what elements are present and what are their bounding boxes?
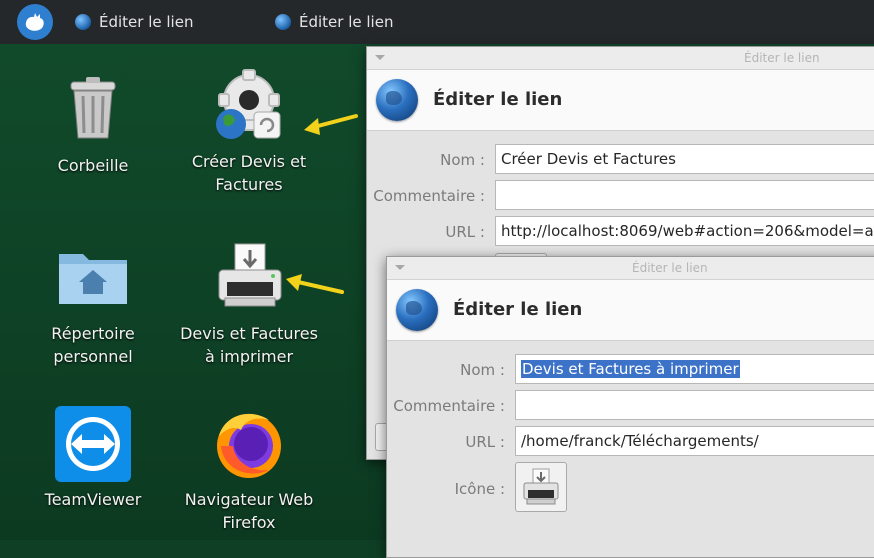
window-menu-icon[interactable] <box>395 265 405 270</box>
comment-field[interactable] <box>515 390 874 420</box>
firefox-icon <box>217 413 281 478</box>
name-label: Nom : <box>440 151 485 169</box>
url-row: URL : <box>367 216 485 248</box>
name-field[interactable]: Devis et Factures à imprimer <box>515 354 874 384</box>
window-menu-icon[interactable] <box>375 55 385 60</box>
url-field[interactable]: http://localhost:8069/web#action=206&mod… <box>495 216 874 246</box>
globe-icon <box>75 14 91 30</box>
globe-icon <box>376 79 418 121</box>
dialog-window-title: Éditer le lien <box>744 51 820 65</box>
desktop-icon-label: Répertoire personnel <box>51 324 135 366</box>
name-row: Nom : <box>387 354 505 386</box>
trash-icon <box>70 77 116 139</box>
dialog-window-title: Éditer le lien <box>632 261 708 275</box>
desktop-icon-teamviewer[interactable]: TeamViewer <box>18 406 168 511</box>
globe-icon <box>396 289 438 331</box>
top-panel: Éditer le lien Éditer le lien <box>0 0 874 44</box>
name-field[interactable]: Créer Devis et Factures <box>495 144 874 174</box>
dialog-heading: Éditer le lien <box>433 89 563 110</box>
taskbar-item-2[interactable]: Éditer le lien <box>275 11 393 33</box>
url-row: URL : <box>387 426 505 458</box>
teamviewer-icon <box>55 406 131 482</box>
yellow-arrow-icon <box>304 114 358 135</box>
desktop-icon-trash[interactable]: Corbeille <box>18 72 168 177</box>
whisker-menu-button[interactable] <box>17 4 53 40</box>
desktop-icon-printable-quotes[interactable]: Devis et Factures à imprimer <box>174 240 324 368</box>
icon-row: Icône : <box>387 473 505 505</box>
comment-label: Commentaire : <box>373 187 485 205</box>
mouse-logo-icon <box>25 13 44 31</box>
icon-label: Icône : <box>454 480 505 498</box>
taskbar-item-label: Éditer le lien <box>99 13 194 31</box>
globe-icon <box>275 14 291 30</box>
url-label: URL : <box>445 223 485 241</box>
desktop-icon-label: TeamViewer <box>44 490 142 509</box>
desktop-icon-label: Corbeille <box>57 156 129 175</box>
dialog-titlebar[interactable]: Éditer le lien <box>367 47 874 70</box>
comment-label: Commentaire : <box>393 397 505 415</box>
name-row: Nom : <box>367 144 485 176</box>
desktop-icon-firefox[interactable]: Navigateur Web Firefox <box>174 406 324 534</box>
desktop-icon-label: Devis et Factures à imprimer <box>180 324 318 366</box>
dialog-titlebar[interactable]: Éditer le lien <box>387 257 874 280</box>
desktop-icon-home-folder[interactable]: Répertoire personnel <box>18 240 168 368</box>
desktop-icon-label: Créer Devis et Factures <box>191 152 307 194</box>
url-label: URL : <box>465 433 505 451</box>
printer-icon <box>523 468 559 505</box>
desktop-icon-label: Navigateur Web Firefox <box>184 490 314 532</box>
dialog-heading: Éditer le lien <box>453 299 583 320</box>
yellow-arrow-icon <box>286 274 344 294</box>
icon-button[interactable] <box>515 462 567 512</box>
printer-icon <box>218 243 282 307</box>
selected-text: Devis et Factures à imprimer <box>521 360 740 378</box>
comment-field[interactable] <box>495 180 874 210</box>
home-folder-icon <box>59 254 127 304</box>
name-label: Nom : <box>460 361 505 379</box>
taskbar-item-label: Éditer le lien <box>299 13 394 31</box>
url-field[interactable]: /home/franck/Téléchargements/ <box>515 426 874 456</box>
dialog-header: Éditer le lien <box>387 280 874 341</box>
taskbar-item-1[interactable]: Éditer le lien <box>75 11 193 33</box>
edit-link-dialog-front: Éditer le lien Éditer le lien Nom : Devi… <box>386 256 874 558</box>
dialog-header: Éditer le lien <box>367 70 874 131</box>
comment-row: Commentaire : <box>367 180 485 212</box>
comment-row: Commentaire : <box>387 390 505 422</box>
gear-globe-icon <box>216 69 281 139</box>
